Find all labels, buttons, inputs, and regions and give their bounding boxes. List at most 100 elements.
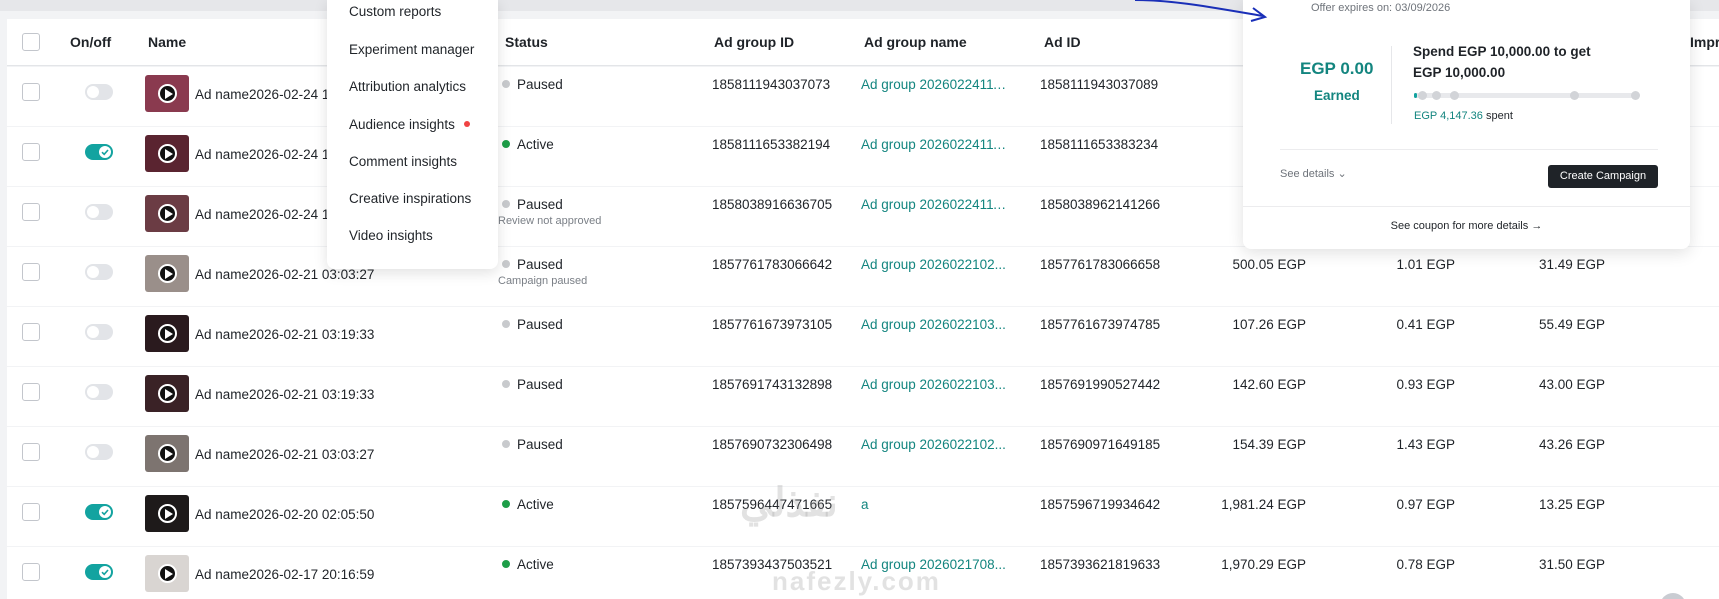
on-off-toggle[interactable]: [85, 564, 113, 580]
ad-thumbnail[interactable]: [145, 135, 189, 172]
row-checkbox[interactable]: [22, 443, 40, 461]
table-row[interactable]: Ad name2026-02-21 03:03:27 Paused 18576907…: [7, 427, 1719, 486]
row-checkbox[interactable]: [22, 383, 40, 401]
row-checkbox[interactable]: [22, 263, 40, 281]
menu-item-creative-inspirations[interactable]: Creative inspirations: [349, 191, 471, 206]
cost-value: 107.26 EGP: [1232, 317, 1306, 332]
row-checkbox[interactable]: [22, 503, 40, 521]
on-off-toggle[interactable]: [85, 264, 113, 280]
status-cell: Paused: [502, 77, 563, 92]
ad-group-name-link[interactable]: a: [861, 497, 1011, 512]
earned-label: Earned: [1314, 88, 1360, 103]
create-campaign-button[interactable]: Create Campaign: [1548, 165, 1658, 188]
ad-id: 1857761783066658: [1040, 257, 1161, 272]
ad-thumbnail[interactable]: [145, 555, 189, 592]
row-checkbox[interactable]: [22, 323, 40, 341]
progress-milestone: [1418, 91, 1427, 100]
ad-group-name-link[interactable]: Ad group 20260224111...: [861, 77, 1011, 92]
status-cell: Paused: [502, 317, 563, 332]
cost-value: 500.05 EGP: [1232, 257, 1306, 272]
on-off-toggle[interactable]: [85, 504, 113, 520]
spend-goal-line1: Spend EGP 10,000.00 to get: [1413, 44, 1591, 59]
ad-name[interactable]: Ad name2026-02-24 1: [195, 207, 329, 222]
on-off-toggle[interactable]: [85, 384, 113, 400]
status-text: Paused: [517, 197, 563, 212]
status-dot: [502, 260, 510, 268]
menu-item-attribution-analytics[interactable]: Attribution analytics: [349, 79, 466, 94]
cpc-value: 0.93 EGP: [1396, 377, 1455, 392]
ad-thumbnail[interactable]: [145, 195, 189, 232]
row-checkbox[interactable]: [22, 83, 40, 101]
ad-group-id: 1858111943037073: [712, 77, 831, 92]
ad-group-id: 1857690732306498: [712, 437, 833, 452]
on-off-toggle[interactable]: [85, 144, 113, 160]
status-dot: [502, 80, 510, 88]
ad-group-name-link[interactable]: Ad group 20260224111...: [861, 137, 1011, 152]
status-dot: [502, 560, 510, 568]
progress-milestone: [1570, 91, 1579, 100]
ad-thumbnail[interactable]: [145, 255, 189, 292]
ad-name[interactable]: Ad name2026-02-21 03:03:27: [195, 267, 374, 282]
header-status[interactable]: Status: [505, 34, 548, 50]
on-off-toggle[interactable]: [85, 444, 113, 460]
ad-name[interactable]: Ad name2026-02-21 03:19:33: [195, 387, 374, 402]
cpc-value: 1.01 EGP: [1396, 257, 1455, 272]
see-details-label: See details: [1280, 168, 1335, 180]
ad-group-name-link[interactable]: Ad group 20260224111...: [861, 197, 1011, 212]
on-off-toggle[interactable]: [85, 84, 113, 100]
row-checkbox[interactable]: [22, 143, 40, 161]
menu-item-audience-insights[interactable]: Audience insights: [349, 117, 470, 132]
ad-group-id: 1858111653382194: [712, 137, 831, 152]
ad-id: 1857393621819633: [1040, 557, 1161, 572]
ad-thumbnail[interactable]: [145, 315, 189, 352]
cpm-value: 31.49 EGP: [1538, 257, 1605, 272]
status-text: Paused: [517, 77, 563, 92]
ad-group-name-link[interactable]: Ad group 2026022103...: [861, 377, 1011, 392]
ad-group-name-link[interactable]: Ad group 2026022102...: [861, 257, 1011, 272]
header-ad-group-name[interactable]: Ad group name: [864, 34, 967, 50]
ad-group-name-link[interactable]: Ad group 2026022102...: [861, 437, 1011, 452]
select-all-checkbox[interactable]: [22, 33, 40, 51]
spend-goal-text: Spend EGP 10,000.00 to get EGP 10,000.00: [1413, 41, 1591, 83]
ad-thumbnail[interactable]: [145, 435, 189, 472]
menu-item-experiment-manager[interactable]: Experiment manager: [349, 42, 474, 57]
ad-group-name-link[interactable]: Ad group 2026022103...: [861, 317, 1011, 332]
table-row[interactable]: Ad name2026-02-21 03:19:33 Paused 18577616…: [7, 307, 1719, 366]
ad-name[interactable]: Ad name2026-02-24 1: [195, 87, 329, 102]
table-row[interactable]: Ad name2026-02-21 03:19:33 Paused 18576917…: [7, 367, 1719, 426]
ad-group-id: 1857761783066642: [712, 257, 833, 272]
on-off-toggle[interactable]: [85, 324, 113, 340]
status-subtext: Review not approved: [498, 215, 602, 227]
status-dot: [502, 380, 510, 388]
menu-item-custom-reports[interactable]: Custom reports: [349, 4, 441, 19]
coupon-popover: Offer expires on: 03/09/2026 EGP 0.00 Ea…: [1243, 0, 1690, 249]
header-name[interactable]: Name: [148, 34, 186, 50]
row-checkbox[interactable]: [22, 563, 40, 581]
ad-name[interactable]: Ad name2026-02-21 03:19:33: [195, 327, 374, 342]
ad-id: 1858111653383234: [1040, 137, 1159, 152]
ad-thumbnail[interactable]: [145, 75, 189, 112]
ad-thumbnail[interactable]: [145, 375, 189, 412]
ad-name[interactable]: Ad name2026-02-24 1: [195, 147, 329, 162]
ad-group-id: 1857761673973105: [712, 317, 833, 332]
ad-thumbnail[interactable]: [145, 495, 189, 532]
see-details-link[interactable]: See details ⌄: [1280, 167, 1347, 180]
check-icon: [101, 569, 109, 576]
menu-item-video-insights[interactable]: Video insights: [349, 228, 433, 243]
spent-label: spent: [1482, 110, 1513, 122]
on-off-toggle[interactable]: [85, 204, 113, 220]
see-coupon-link[interactable]: See coupon for more details →: [1243, 220, 1690, 232]
table-row[interactable]: Ad name2026-02-21 03:03:27 Paused Campaign…: [7, 247, 1719, 306]
menu-item-comment-insights[interactable]: Comment insights: [349, 154, 457, 169]
new-indicator-dot: [463, 121, 470, 127]
header-impressions[interactable]: Impr: [1690, 34, 1719, 50]
header-ad-group-id[interactable]: Ad group ID: [714, 34, 794, 50]
ad-name[interactable]: Ad name2026-02-21 03:03:27: [195, 447, 374, 462]
ad-name[interactable]: Ad name2026-02-17 20:16:59: [195, 567, 374, 582]
row-checkbox[interactable]: [22, 203, 40, 221]
status-cell: Paused Campaign paused: [498, 257, 587, 287]
header-onoff[interactable]: On/off: [70, 34, 111, 50]
ad-name[interactable]: Ad name2026-02-20 02:05:50: [195, 507, 374, 522]
header-ad-id[interactable]: Ad ID: [1044, 34, 1081, 50]
table-row[interactable]: Ad name2026-02-20 02:05:50 Active 18575964…: [7, 487, 1719, 546]
